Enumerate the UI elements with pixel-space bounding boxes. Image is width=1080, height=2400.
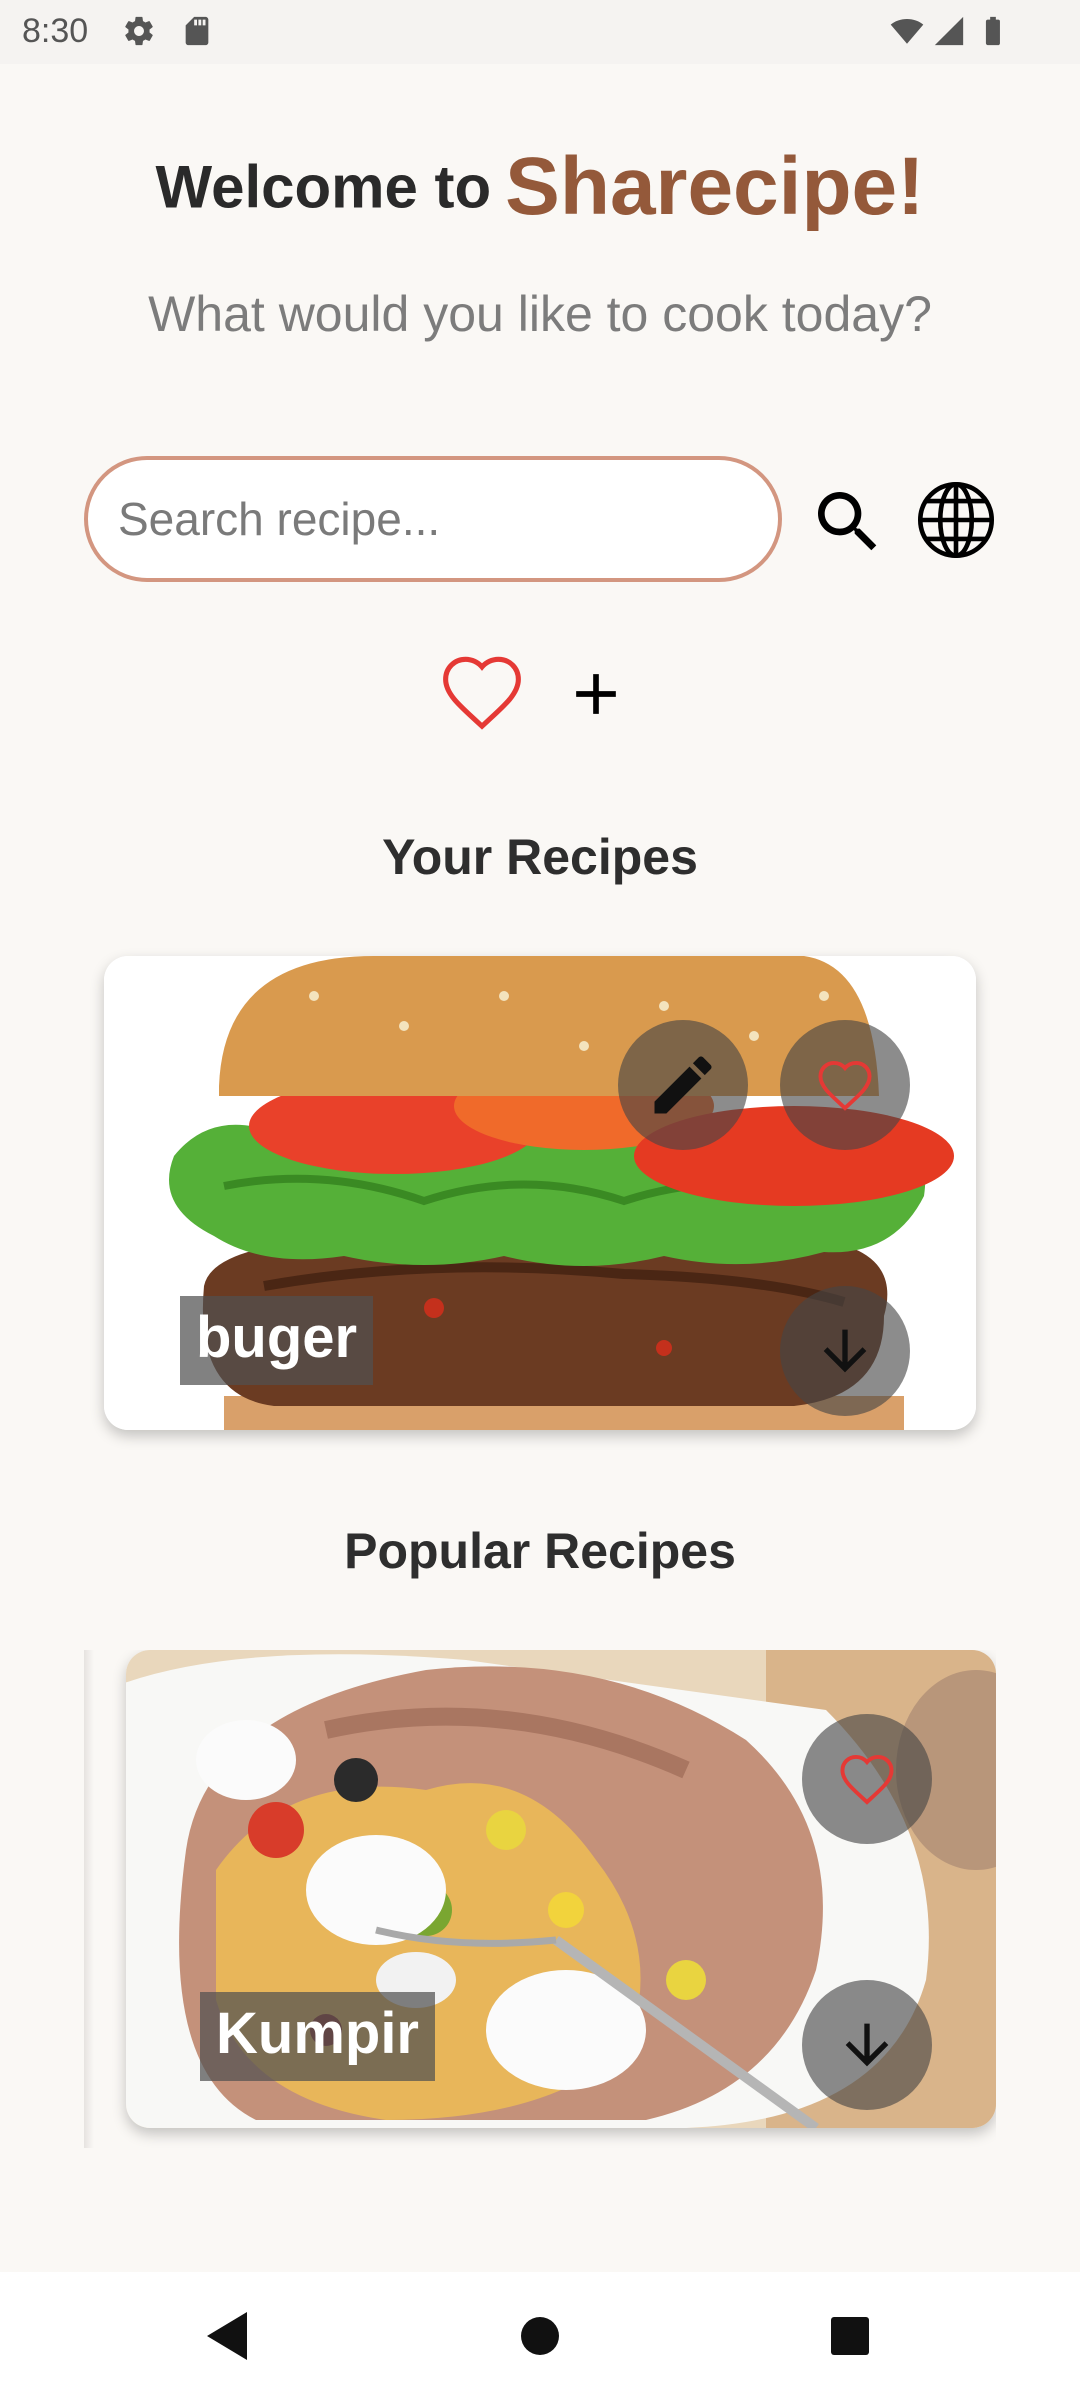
popular-carousel[interactable]: Kumpir [84, 1650, 996, 2148]
favorite-button[interactable] [802, 1714, 932, 1844]
recipe-name: buger [180, 1296, 374, 1385]
plus-icon[interactable] [562, 660, 630, 728]
search-input[interactable] [84, 456, 782, 582]
nav-back-button[interactable] [146, 2272, 306, 2400]
favorite-heart-icon [840, 1754, 894, 1805]
favorite-heart-icon [818, 1060, 872, 1111]
nav-home-button[interactable] [460, 2272, 620, 2400]
app-brand-name: Sharecipe! [505, 141, 925, 232]
nav-recents-button[interactable] [770, 2272, 930, 2400]
heart-outline-icon[interactable] [438, 652, 526, 732]
cellular-signal-icon [934, 16, 964, 46]
download-button[interactable] [802, 1980, 932, 2110]
back-triangle-icon [207, 2312, 247, 2360]
edit-button[interactable] [618, 1020, 748, 1150]
status-bar: 8:30 [0, 0, 1080, 64]
popular-recipes-title: Popular Recipes [344, 1523, 736, 1579]
subtitle: What would you like to cook today? [148, 286, 932, 342]
welcome-text: Welcome to [155, 153, 492, 221]
sd-card-icon [185, 16, 209, 46]
home-circle-icon [521, 2317, 559, 2355]
wifi-icon [890, 18, 924, 44]
download-arrow-icon [845, 2023, 889, 2067]
download-arrow-icon [823, 1329, 867, 1373]
recents-square-icon [831, 2317, 869, 2355]
battery-icon [985, 16, 1000, 46]
settings-icon [125, 16, 153, 46]
system-nav-bar [0, 2272, 1080, 2400]
carousel-edge [84, 1650, 94, 2148]
your-recipes-title: Your Recipes [382, 829, 698, 885]
globe-icon[interactable] [914, 478, 998, 562]
edit-icon [654, 1056, 712, 1114]
download-button[interactable] [780, 1286, 910, 1416]
search-icon[interactable] [808, 482, 888, 562]
recipe-card-kumpir[interactable]: Kumpir [126, 1650, 996, 2128]
recipe-card-buger[interactable]: buger [104, 956, 976, 1430]
favorite-button[interactable] [780, 1020, 910, 1150]
welcome-heading: Welcome to Sharecipe! [0, 140, 1080, 234]
recipe-name: Kumpir [200, 1992, 435, 2081]
status-time: 8:30 [22, 12, 89, 50]
